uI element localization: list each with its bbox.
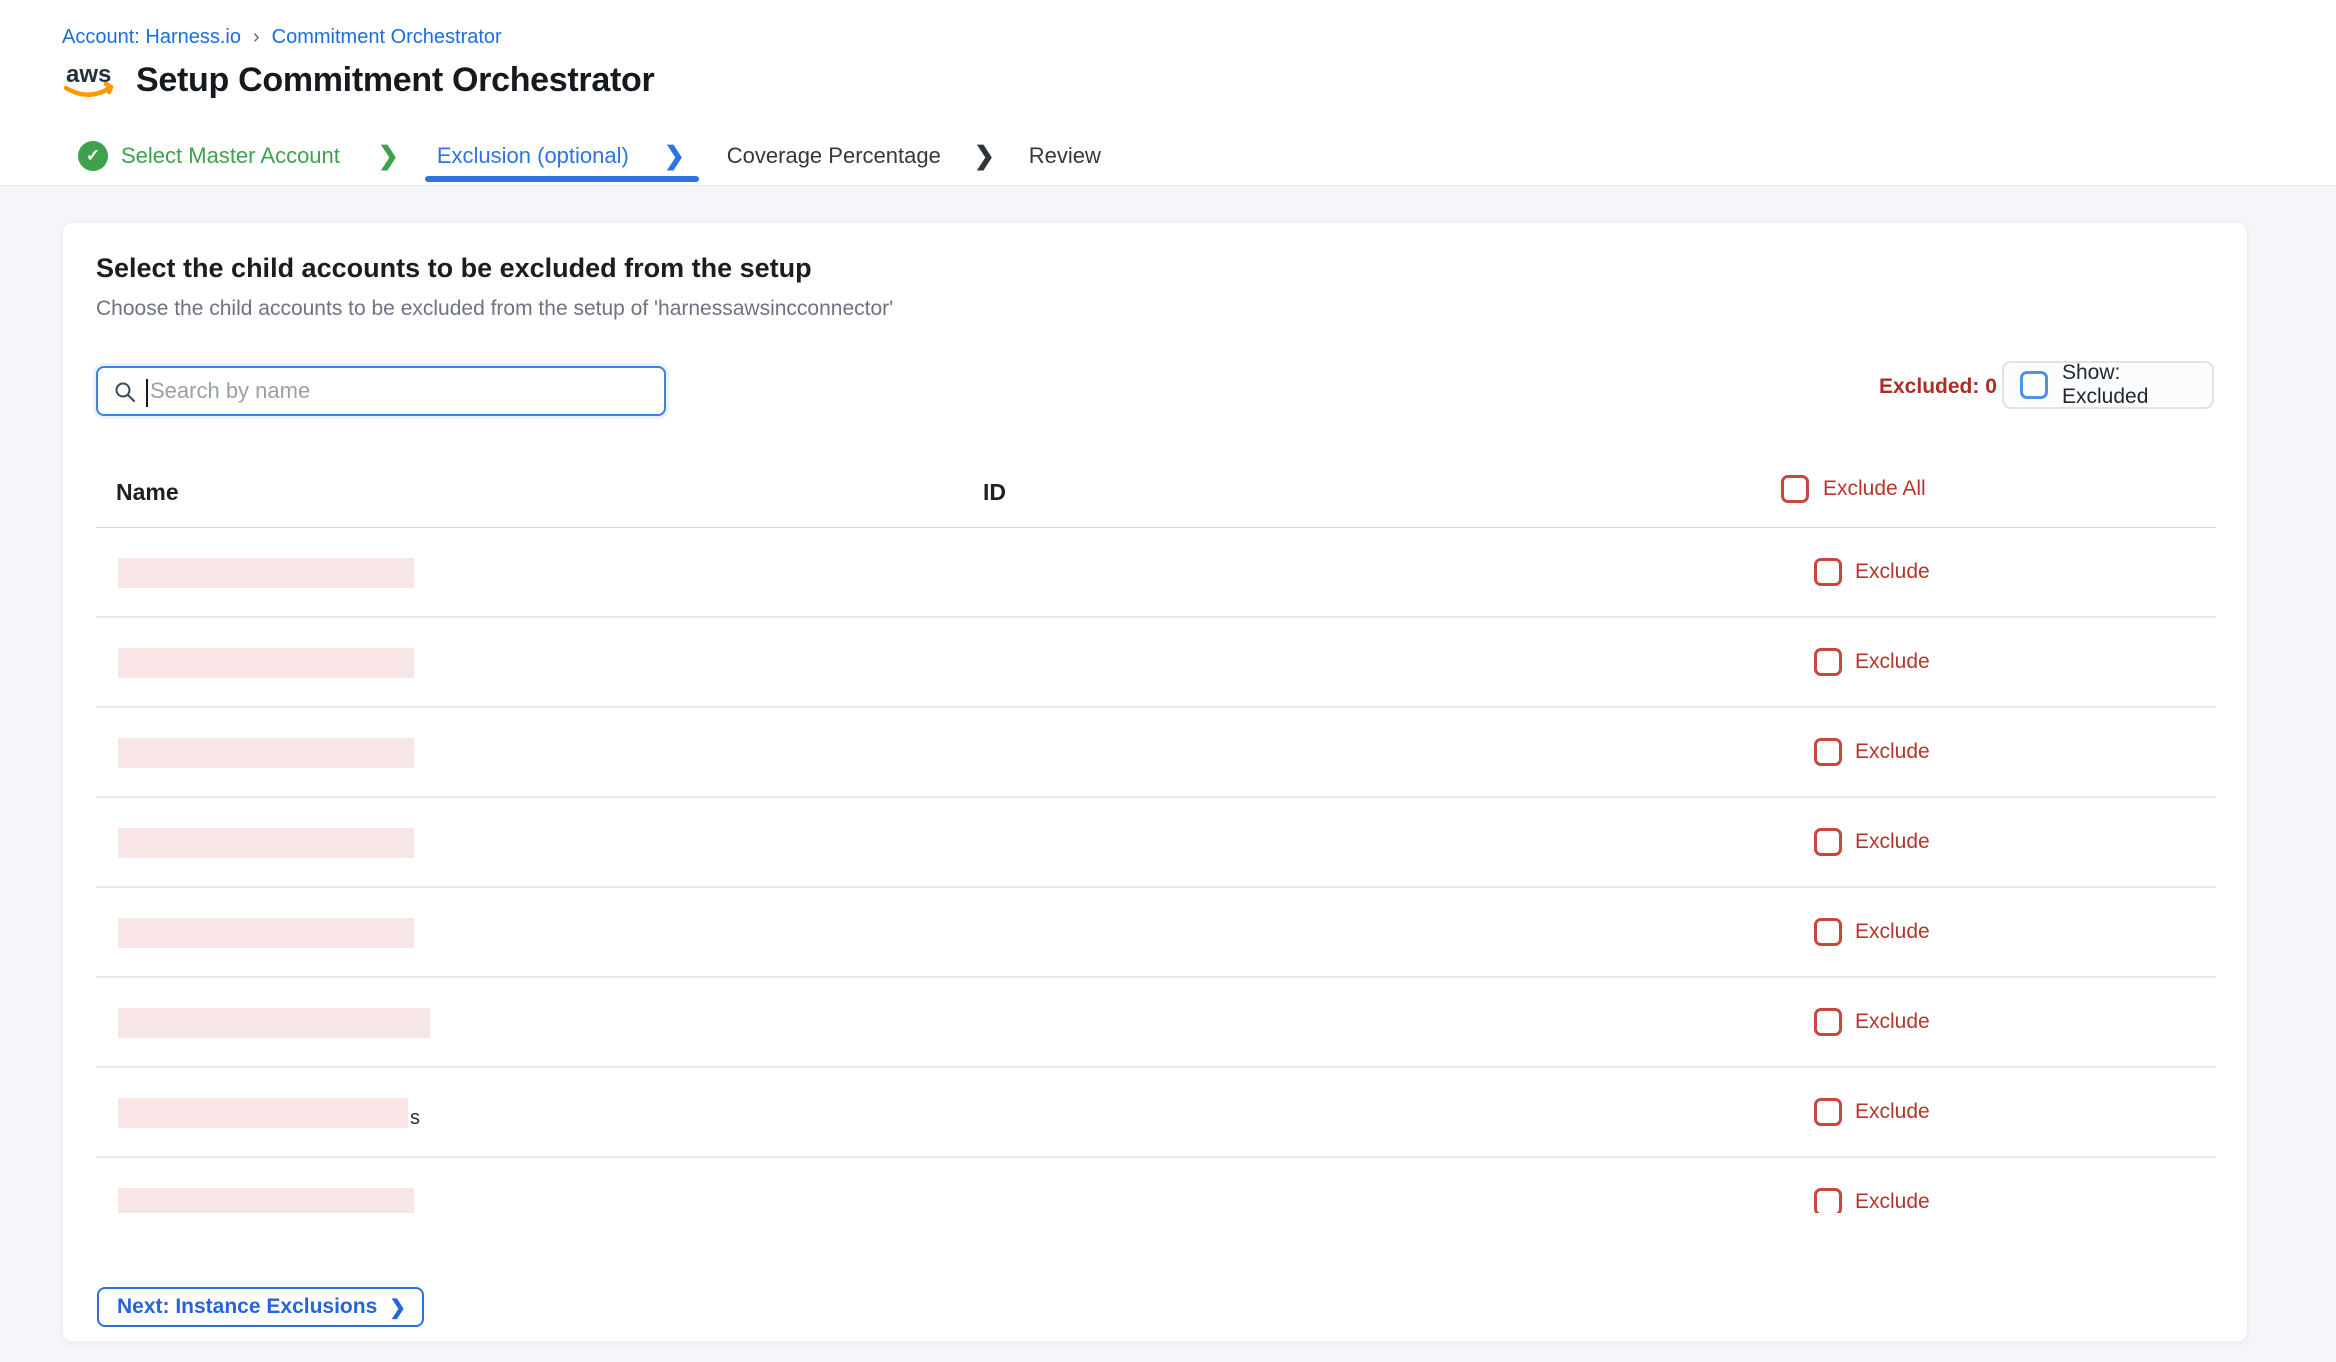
breadcrumb-account-link[interactable]: Account: Harness.io bbox=[62, 26, 241, 49]
step-coverage-percentage[interactable]: Coverage Percentage ❯ bbox=[727, 130, 995, 182]
exclude-label: Exclude bbox=[1855, 1190, 1930, 1213]
table-header: Name ID Exclude All bbox=[96, 463, 2216, 528]
breadcrumb-separator-icon: › bbox=[253, 26, 260, 49]
step-chevron-icon: ❯ bbox=[974, 144, 995, 169]
step-chevron-icon: ❯ bbox=[378, 144, 399, 169]
exclude-label: Exclude bbox=[1855, 740, 1930, 764]
exclude-label: Exclude bbox=[1855, 1100, 1930, 1124]
aws-logo-icon: aws bbox=[62, 58, 118, 102]
page-header: Account: Harness.io › Commitment Orchest… bbox=[0, 0, 2336, 186]
title-row: aws Setup Commitment Orchestrator bbox=[62, 58, 654, 102]
step-label: Exclusion (optional) bbox=[437, 143, 629, 169]
account-name-cell: s bbox=[118, 1098, 420, 1128]
redacted-account-name bbox=[118, 828, 414, 858]
exclude-all-label: Exclude All bbox=[1823, 477, 1926, 501]
account-name-cell bbox=[118, 1188, 416, 1213]
table-row: Exclude bbox=[96, 528, 2216, 618]
content-area: Select the child accounts to be excluded… bbox=[0, 186, 2336, 1362]
table-body: Exclude Exclude Exclude bbox=[96, 528, 2216, 1213]
next-button-label: Next: Instance Exclusions bbox=[117, 1295, 377, 1319]
step-completed-check-icon: ✓ bbox=[78, 141, 108, 171]
exclude-control[interactable]: Exclude bbox=[1814, 738, 1930, 766]
table-row: Exclude bbox=[96, 708, 2216, 798]
account-name-cell bbox=[118, 738, 416, 768]
redacted-account-name bbox=[118, 1008, 430, 1038]
exclude-checkbox[interactable] bbox=[1814, 918, 1842, 946]
exclude-control[interactable]: Exclude bbox=[1814, 1008, 1930, 1036]
redacted-account-name bbox=[118, 738, 414, 768]
setup-stepper: ✓ Select Master Account ❯ Exclusion (opt… bbox=[78, 130, 1101, 182]
exclude-control[interactable]: Exclude bbox=[1814, 1188, 1930, 1213]
exclude-label: Exclude bbox=[1855, 830, 1930, 854]
exclude-checkbox[interactable] bbox=[1814, 558, 1842, 586]
step-exclusion[interactable]: Exclusion (optional) ❯ bbox=[425, 130, 699, 182]
account-name-cell bbox=[118, 648, 416, 678]
table-row: Exclude bbox=[96, 888, 2216, 978]
exclude-label: Exclude bbox=[1855, 650, 1930, 674]
step-chevron-icon: ❯ bbox=[664, 144, 685, 169]
redacted-account-name bbox=[118, 558, 414, 588]
show-excluded-checkbox[interactable] bbox=[2020, 371, 2048, 399]
redacted-account-name bbox=[118, 918, 414, 948]
account-name-trailing-text: s bbox=[410, 1108, 420, 1128]
exclude-checkbox[interactable] bbox=[1814, 1008, 1842, 1036]
redacted-account-name bbox=[118, 1098, 408, 1128]
table-row: Exclude bbox=[96, 1158, 2216, 1213]
account-name-cell bbox=[118, 918, 416, 948]
table-row: s Exclude bbox=[96, 1068, 2216, 1158]
exclude-label: Exclude bbox=[1855, 920, 1930, 944]
exclude-checkbox[interactable] bbox=[1814, 828, 1842, 856]
search-input[interactable] bbox=[98, 368, 664, 414]
redacted-account-name bbox=[118, 648, 414, 678]
account-name-cell bbox=[118, 828, 416, 858]
breadcrumb: Account: Harness.io › Commitment Orchest… bbox=[62, 26, 502, 49]
table-row: Exclude bbox=[96, 798, 2216, 888]
exclude-control[interactable]: Exclude bbox=[1814, 918, 1930, 946]
exclude-label: Exclude bbox=[1855, 560, 1930, 584]
text-cursor bbox=[146, 379, 148, 407]
account-name-cell bbox=[118, 1008, 432, 1038]
next-button-chevron-icon: ❯ bbox=[389, 1295, 406, 1320]
table-row: Exclude bbox=[96, 618, 2216, 708]
step-label: Review bbox=[1029, 143, 1101, 169]
step-review[interactable]: Review bbox=[1029, 130, 1101, 182]
column-header-name: Name bbox=[116, 479, 179, 506]
exclude-checkbox[interactable] bbox=[1814, 1098, 1842, 1126]
show-excluded-label: Show: Excluded bbox=[2062, 361, 2212, 409]
step-select-master-account[interactable]: ✓ Select Master Account ❯ bbox=[78, 130, 399, 182]
column-header-id: ID bbox=[983, 479, 1006, 506]
exclude-checkbox[interactable] bbox=[1814, 648, 1842, 676]
panel-heading: Select the child accounts to be excluded… bbox=[96, 253, 812, 284]
account-name-cell bbox=[118, 558, 416, 588]
redacted-account-name bbox=[118, 1188, 414, 1213]
step-label: Coverage Percentage bbox=[727, 143, 941, 169]
exclude-control[interactable]: Exclude bbox=[1814, 828, 1930, 856]
exclude-checkbox[interactable] bbox=[1814, 1188, 1842, 1213]
step-label: Select Master Account bbox=[121, 143, 340, 169]
exclude-control[interactable]: Exclude bbox=[1814, 558, 1930, 586]
exclude-checkbox[interactable] bbox=[1814, 738, 1842, 766]
breadcrumb-page-link[interactable]: Commitment Orchestrator bbox=[272, 26, 502, 49]
page-title: Setup Commitment Orchestrator bbox=[136, 61, 654, 100]
exclusion-panel: Select the child accounts to be excluded… bbox=[62, 222, 2248, 1342]
panel-subheading: Choose the child accounts to be excluded… bbox=[96, 297, 893, 321]
exclude-label: Exclude bbox=[1855, 1010, 1930, 1034]
excluded-count: Excluded: 0 bbox=[1879, 375, 1997, 399]
search-box[interactable] bbox=[96, 366, 666, 416]
exclude-control[interactable]: Exclude bbox=[1814, 648, 1930, 676]
exclude-all-control[interactable]: Exclude All bbox=[1781, 475, 1926, 503]
exclude-all-checkbox[interactable] bbox=[1781, 475, 1809, 503]
show-excluded-toggle[interactable]: Show: Excluded bbox=[2002, 361, 2214, 409]
table-row: Exclude bbox=[96, 978, 2216, 1068]
page: Account: Harness.io › Commitment Orchest… bbox=[0, 0, 2336, 1362]
next-instance-exclusions-button[interactable]: Next: Instance Exclusions ❯ bbox=[97, 1287, 424, 1327]
exclude-control[interactable]: Exclude bbox=[1814, 1098, 1930, 1126]
